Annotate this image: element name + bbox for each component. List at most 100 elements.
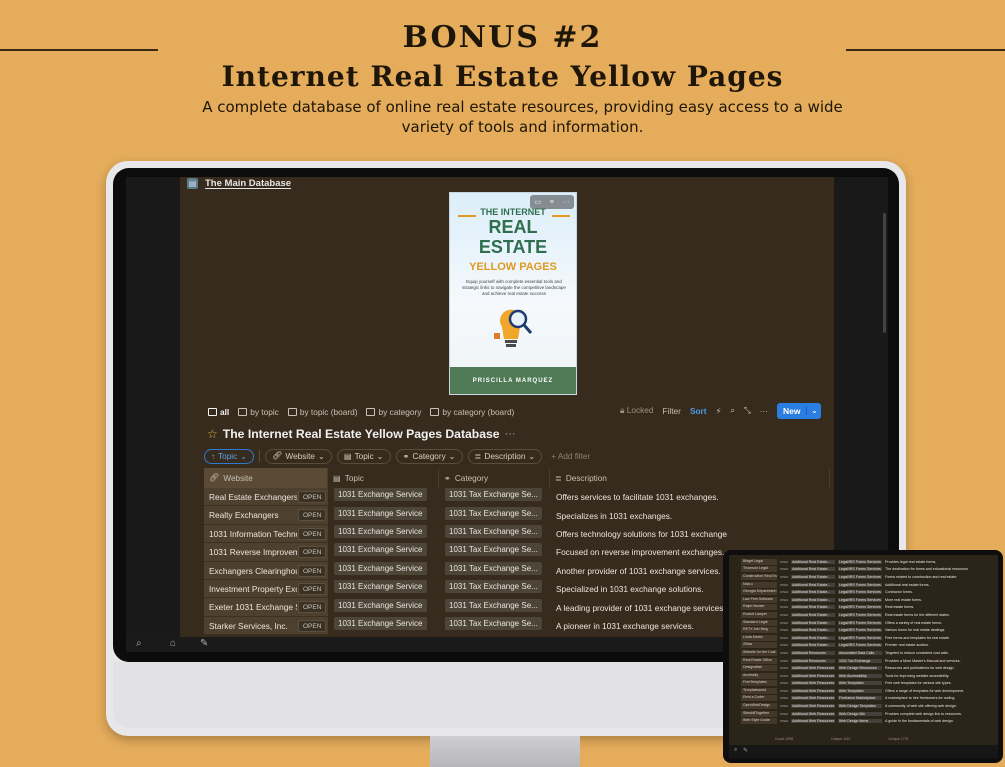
column-header-website[interactable]: 🔗︎ Website xyxy=(204,468,328,488)
cell-category[interactable]: 1031 Tax Exchange Se... xyxy=(439,598,550,617)
tablet-open-button[interactable]: OPEN xyxy=(777,621,791,625)
tablet-row[interactable]: Web Style Guide OPEN Additional Web Resour… xyxy=(741,717,995,725)
tab-by-category[interactable]: by category xyxy=(366,407,421,417)
cell-topic[interactable]: 1031 Exchange Service xyxy=(328,524,439,543)
cell-website[interactable]: Starker Services, Inc. OPEN xyxy=(204,616,328,636)
expand-icon[interactable]: ⤡ xyxy=(744,405,751,416)
tablet-row[interactable]: OpenWebDesign OPEN Additional Web Resource… xyxy=(741,702,995,710)
tablet-website[interactable]: Thomson Legal xyxy=(741,566,777,573)
tablet-open-button[interactable]: OPEN xyxy=(777,681,791,685)
tablet-open-button[interactable]: OPEN xyxy=(777,704,791,708)
cell-description[interactable]: Offers technology solutions for 1031 exc… xyxy=(550,529,830,539)
tablet-website[interactable]: Web Style Guide xyxy=(741,718,777,725)
cell-website[interactable]: Realty Exchangers OPEN xyxy=(204,506,328,525)
filter-chip-category[interactable]: ⚭ Category ⌄ xyxy=(395,448,463,464)
tablet-open-button[interactable]: OPEN xyxy=(777,598,791,602)
tablet-open-button[interactable]: OPEN xyxy=(777,636,791,640)
tab-by-category-board[interactable]: by category (board) xyxy=(430,407,514,417)
cell-topic[interactable]: 1031 Exchange Service xyxy=(328,488,439,506)
automation-icon[interactable]: ⚡︎ xyxy=(716,406,722,416)
tablet-website[interactable]: Designaffair xyxy=(741,665,777,672)
tablet-website[interactable]: FreeTemplates xyxy=(741,680,777,687)
tablet-row[interactable]: Thomson Legal OPEN Additional Real Estate.… xyxy=(741,566,995,574)
tablet-row[interactable]: RETX Info Blog OPEN Additional Real Estate… xyxy=(741,626,995,634)
tablet-website[interactable]: Zillow xyxy=(741,642,777,649)
compose-icon[interactable]: ✎ xyxy=(743,747,748,754)
cell-topic[interactable]: 1031 Exchange Service xyxy=(328,561,439,580)
tablet-open-button[interactable]: OPEN xyxy=(777,651,791,655)
cell-category[interactable]: 1031 Tax Exchange Se... xyxy=(439,506,550,525)
more-icon[interactable]: ··· xyxy=(505,428,516,440)
tablet-row[interactable]: Law Firm Software OPEN Additional Real Est… xyxy=(741,596,995,604)
website-text[interactable]: 1031 Information Technology xyxy=(209,529,297,539)
tab-by-topic[interactable]: by topic xyxy=(238,407,279,417)
add-filter-button[interactable]: + Add filter xyxy=(551,452,590,461)
tablet-website[interactable]: Georgia Department of xyxy=(741,589,777,596)
cell-category[interactable]: 1031 Tax Exchange Se... xyxy=(439,488,550,506)
table-row[interactable]: 1031 Information TechnologyOPEN 1031 Exch… xyxy=(204,524,830,544)
tablet-open-button[interactable]: OPEN xyxy=(777,567,791,571)
tablet-website[interactable]: Ralph Becker xyxy=(741,604,777,611)
tablet-website[interactable]: SiteskillTogether xyxy=(741,710,777,717)
tablet-row[interactable]: Real Estate Office OPEN Additional Resourc… xyxy=(741,657,995,665)
tablet-website[interactable]: Law Firm Software xyxy=(741,596,777,603)
website-text[interactable]: Investment Property Exchange xyxy=(209,584,297,594)
open-button[interactable]: OPEN xyxy=(298,546,327,559)
open-button[interactable]: OPEN xyxy=(298,601,327,614)
tablet-row[interactable]: Nolo.c OPEN Additional Real Estate... Legal… xyxy=(741,581,995,589)
cell-description[interactable]: Specializes in 1031 exchanges. xyxy=(550,511,830,521)
tablet-website[interactable]: Rent a Coder xyxy=(741,695,777,702)
tablet-row[interactable]: Standard Legal OPEN Additional Real Estate… xyxy=(741,619,995,627)
tablet-open-button[interactable]: OPEN xyxy=(777,613,791,617)
website-text[interactable]: Real Estate Exchangers xyxy=(209,492,297,502)
cell-website[interactable]: Investment Property ExchangeOPEN xyxy=(204,579,328,599)
tablet-website[interactable]: RETX Info Blog xyxy=(741,627,777,634)
breadcrumb-label[interactable]: The Main Database xyxy=(205,178,291,189)
tablet-open-button[interactable]: OPEN xyxy=(777,712,791,716)
tablet-open-button[interactable]: OPEN xyxy=(777,689,791,693)
new-button[interactable]: New ⌄ xyxy=(776,402,822,419)
website-text[interactable]: 1031 Reverse Improvement xyxy=(209,547,297,557)
tablet-row[interactable]: Accessify OPEN Additional Web Resources Web… xyxy=(741,672,995,680)
tablet-row[interactable]: Georgia Department of OPEN Additional Real… xyxy=(741,588,995,596)
tablet-website[interactable]: Website for the Cost xyxy=(741,649,777,656)
tablet-open-button[interactable]: OPEN xyxy=(777,674,791,678)
tab-by-topic-board[interactable]: by topic (board) xyxy=(287,407,357,417)
tablet-row[interactable]: Rocket Lawyer OPEN Additional Real Estate.… xyxy=(741,611,995,619)
more-icon[interactable]: ··· xyxy=(760,406,768,416)
table-row[interactable]: Realty Exchangers OPEN 1031 Exchange Servi… xyxy=(204,506,830,525)
tablet-open-button[interactable]: OPEN xyxy=(777,605,791,609)
home-icon[interactable]: ⌂ xyxy=(170,638,176,649)
search-icon[interactable]: ⌕ xyxy=(730,405,735,416)
tablet-open-button[interactable]: OPEN xyxy=(777,628,791,632)
tablet-website[interactable]: Rocket Lawyer xyxy=(741,611,777,618)
open-button[interactable]: OPEN xyxy=(298,527,327,540)
sort-button[interactable]: Sort xyxy=(690,406,707,416)
tablet-website[interactable]: Standard Legal xyxy=(741,619,777,626)
more-icon[interactable]: ··· xyxy=(563,199,570,206)
tablet-row[interactable]: Website for the Cost OPEN Additional Resou… xyxy=(741,649,995,657)
chevron-down-icon[interactable]: ⌄ xyxy=(806,406,821,415)
sort-chip-topic[interactable]: ↑ Topic ⌄ xyxy=(204,448,255,464)
tablet-website[interactable]: Accessify xyxy=(741,672,777,679)
tablet-website[interactable]: Linda Martin xyxy=(741,634,777,641)
cell-website[interactable]: Exeter 1031 Exchange ServicesOPEN xyxy=(204,598,328,617)
tablet-open-button[interactable]: OPEN xyxy=(777,666,791,670)
cell-category[interactable]: 1031 Tax Exchange Se... xyxy=(439,543,550,561)
locked-indicator[interactable]: 🔒︎ Locked xyxy=(620,405,654,416)
open-button[interactable]: OPEN xyxy=(298,491,327,503)
tablet-row[interactable]: Construction Real EstateOPENAdditional R… xyxy=(741,573,995,581)
tablet-website[interactable]: Bidget Legal xyxy=(741,558,777,565)
cell-topic[interactable]: 1031 Exchange Service xyxy=(328,506,439,525)
tablet-open-button[interactable]: OPEN xyxy=(777,560,791,564)
tablet-website[interactable]: Real Estate Office xyxy=(741,657,777,664)
tablet-open-button[interactable]: OPEN xyxy=(777,643,791,647)
align-icon[interactable]: ≡ xyxy=(550,199,554,206)
tablet-row[interactable]: Zillow OPEN Additional Real Estate... Legal… xyxy=(741,642,995,650)
tablet-row[interactable]: Rent a Coder OPEN Additional Web Resources… xyxy=(741,695,995,703)
tablet-open-button[interactable]: OPEN xyxy=(777,719,791,723)
tablet-row[interactable]: Templateworld OPEN Additional Web Resource… xyxy=(741,687,995,695)
tablet-row[interactable]: SiteskillTogether OPEN Additional Web Reso… xyxy=(741,710,995,718)
website-text[interactable]: Starker Services, Inc. xyxy=(209,621,297,631)
open-button[interactable]: OPEN xyxy=(298,509,327,522)
